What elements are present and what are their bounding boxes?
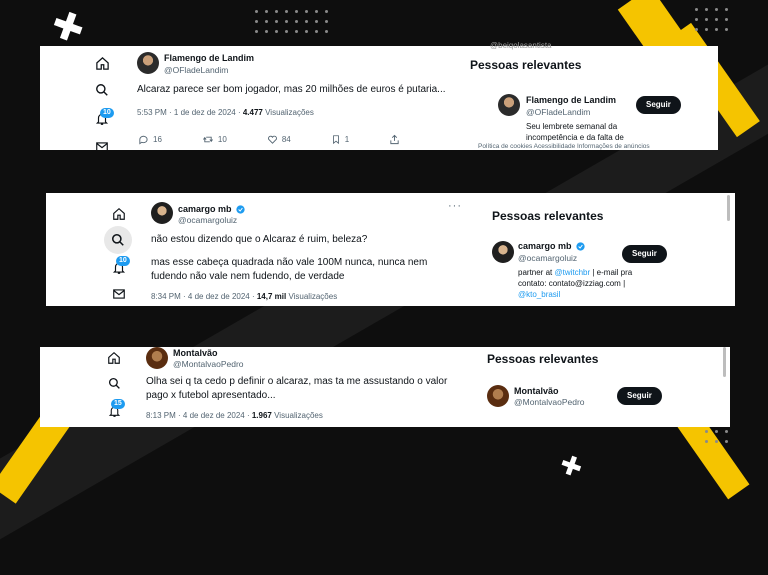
tweet-meta: 8:34 PM · 4 de dez de 2024 · 14,7 mil Vi…	[151, 292, 337, 301]
views-label: Visualizações	[265, 108, 314, 117]
search-icon[interactable]	[103, 372, 125, 394]
plus-icon: ✚	[555, 449, 587, 485]
author-handle[interactable]: @MontalvaoPedro	[173, 359, 244, 369]
follow-button[interactable]: Seguir	[622, 245, 667, 263]
share-button[interactable]	[389, 134, 400, 145]
reply-count: 16	[153, 135, 162, 144]
view-count: 1.967	[251, 411, 272, 420]
tweet-screenshot-1: 10 Flamengo de Landim @OFladeLandim Alca…	[40, 46, 718, 150]
avatar[interactable]	[492, 241, 514, 263]
bookmark-button[interactable]: 1	[331, 134, 349, 145]
verified-icon	[576, 242, 585, 251]
like-count: 84	[281, 135, 291, 144]
notification-badge: 10	[116, 256, 130, 266]
timestamp[interactable]: 5:53 PM · 1 de dez de 2024 ·	[137, 108, 243, 117]
like-button[interactable]: 84	[267, 134, 291, 145]
author-name-text: camargo mb	[178, 204, 232, 214]
share-icon	[390, 134, 399, 145]
reply-button[interactable]: 16	[138, 134, 162, 145]
avatar[interactable]	[498, 94, 520, 116]
author-name[interactable]: camargo mb	[178, 204, 245, 214]
home-icon[interactable]	[91, 52, 113, 74]
side-nav: 15	[40, 347, 150, 427]
relevant-person-bio: Seu lembrete semanal da incompetência e …	[526, 122, 624, 142]
peek-handle: @beiqolasantista	[490, 41, 552, 50]
bookmark-count: 1	[344, 135, 350, 144]
search-icon[interactable]	[91, 79, 113, 101]
view-count: 14,7 mil	[256, 292, 287, 301]
tweet-text: Alcaraz parece ser bom jogador, mas 20 m…	[137, 84, 446, 95]
search-icon[interactable]	[104, 226, 132, 254]
notification-badge: 15	[111, 399, 125, 409]
verified-icon	[236, 205, 245, 214]
heart-icon	[267, 135, 277, 144]
tweet-screenshot-2: 10 camargo mb @ocamargoluiz ··· não esto…	[46, 193, 735, 306]
tweet-text: não estou dizendo que o Alcaraz é ruim, …	[151, 234, 368, 245]
follow-button[interactable]: Seguir	[617, 387, 662, 405]
author-name[interactable]: Flamengo de Landim	[164, 53, 254, 63]
footer-links[interactable]: Política de cookies Acessibilidade Infor…	[478, 143, 650, 150]
tweet-text: Olha sei q ta cedo p definir o alcaraz, …	[146, 376, 448, 401]
timestamp[interactable]: 8:34 PM · 4 de dez de 2024 ·	[151, 292, 257, 301]
bio-text: partner at	[518, 268, 555, 277]
more-options-icon[interactable]: ···	[448, 200, 462, 212]
avatar[interactable]	[487, 385, 509, 407]
relevant-person-name[interactable]: Flamengo de Landim	[526, 95, 616, 105]
relevant-person-name[interactable]: Montalvão	[514, 386, 559, 396]
tweet-meta: 5:53 PM · 1 de dez de 2024 · 4.477 Visua…	[137, 108, 314, 117]
relevant-person-bio: partner at @twitchbr | e-mail pra contat…	[518, 267, 658, 300]
tweet-meta: 8:13 PM · 4 de dez de 2024 · 1.967 Visua…	[146, 411, 323, 420]
avatar[interactable]	[151, 202, 173, 224]
tweet-text: mas esse cabeça quadrada não vale 100M n…	[151, 257, 428, 282]
retweet-count: 10	[217, 135, 227, 144]
relevant-people-title: Pessoas relevantes	[492, 209, 604, 223]
bio-link-kto[interactable]: @kto_brasil	[518, 290, 560, 299]
timestamp[interactable]: 8:13 PM · 4 de dez de 2024 ·	[146, 411, 252, 420]
relevant-person-handle[interactable]: @MontalvaoPedro	[514, 397, 585, 407]
bookmark-icon	[332, 135, 339, 145]
tweet-screenshot-3: 15 Montalvão @MontalvaoPedro Olha sei q …	[40, 347, 730, 427]
relevant-person-handle[interactable]: @ocamargoluiz	[518, 253, 577, 263]
avatar[interactable]	[137, 52, 159, 74]
retweet-icon	[202, 136, 213, 143]
author-name[interactable]: Montalvão	[173, 348, 218, 358]
relevant-person-handle[interactable]: @OFladeLandim	[526, 107, 590, 117]
tweet-actions: 16 10 84 1	[138, 134, 440, 145]
dot-pattern	[705, 430, 728, 443]
views-label: Visualizações	[274, 411, 323, 420]
home-icon[interactable]	[103, 347, 125, 369]
relevant-person-name[interactable]: camargo mb	[518, 241, 585, 251]
notification-badge: 10	[100, 108, 114, 118]
avatar[interactable]	[146, 347, 168, 369]
relevant-people-title: Pessoas relevantes	[470, 58, 582, 72]
scrollbar[interactable]	[727, 195, 730, 221]
author-handle[interactable]: @ocamargoluiz	[178, 215, 237, 225]
mail-icon[interactable]	[108, 283, 130, 305]
views-label: Visualizações	[288, 292, 338, 301]
scrollbar[interactable]	[723, 347, 726, 377]
side-nav: 10	[40, 46, 150, 150]
dot-pattern	[255, 10, 328, 33]
view-count: 4.477	[242, 108, 263, 117]
relevant-people-title: Pessoas relevantes	[487, 352, 599, 366]
dot-pattern	[695, 8, 728, 31]
reply-icon	[139, 135, 148, 145]
retweet-button[interactable]: 10	[202, 134, 227, 145]
mail-icon[interactable]	[91, 136, 113, 150]
bio-link-twitchbr[interactable]: @twitchbr	[554, 268, 590, 277]
side-nav: 10	[46, 193, 156, 306]
relevant-person-name-text: camargo mb	[518, 241, 572, 251]
home-icon[interactable]	[108, 203, 130, 225]
author-handle[interactable]: @OFladeLandim	[164, 65, 228, 75]
follow-button[interactable]: Seguir	[636, 96, 681, 114]
